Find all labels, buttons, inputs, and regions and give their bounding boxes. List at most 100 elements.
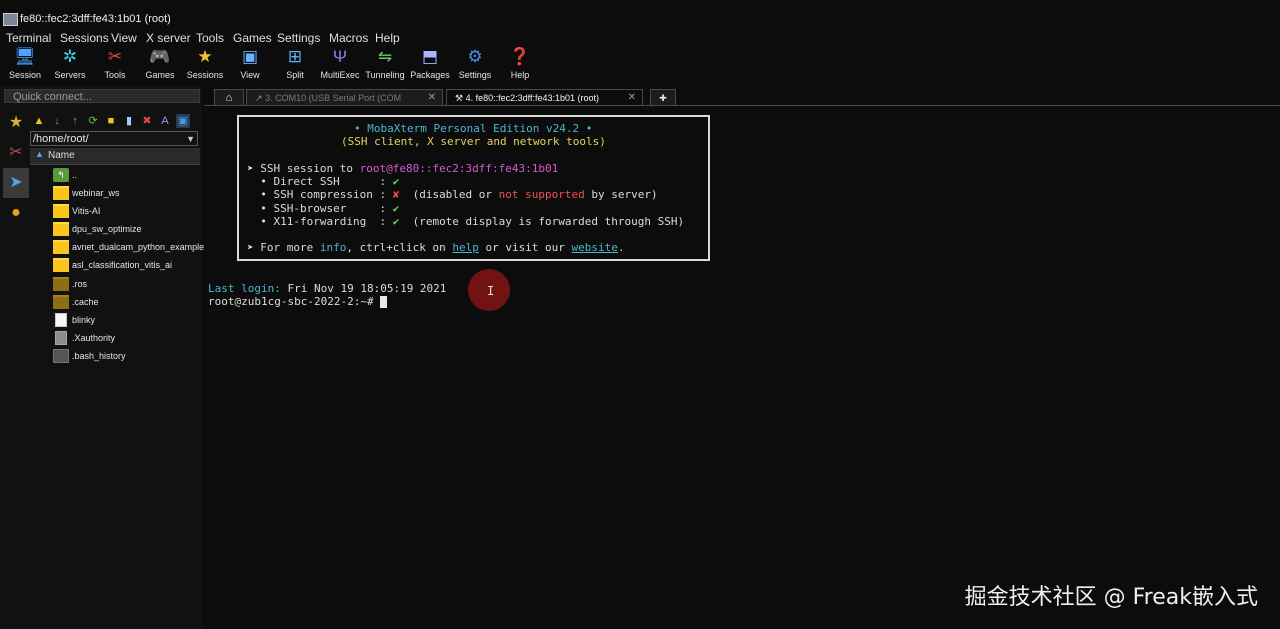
tools-icon: ✂ <box>9 144 23 161</box>
info-link[interactable]: info <box>320 241 347 254</box>
terminal[interactable]: • MobaXterm Personal Edition v24.2 • (SS… <box>204 107 1280 629</box>
servers-icon: ✲ <box>62 47 78 66</box>
window-title: fe80::fec2:3dff:fe43:1b01 (root) <box>20 13 171 25</box>
text-cursor <box>380 296 388 308</box>
menu-x-server[interactable]: X server <box>146 31 191 45</box>
tab-com10[interactable]: ↗ 3. COM10 (USB Serial Port (COM ✕ <box>246 89 443 105</box>
menu-tools[interactable]: Tools <box>196 31 224 45</box>
serial-icon: ↗ <box>255 93 263 103</box>
file-icon <box>55 313 67 327</box>
view-icon: ▣ <box>241 47 259 66</box>
help-icon: ❓ <box>509 47 531 66</box>
toolbar-packages-button[interactable]: ⬒ Packages <box>405 47 455 85</box>
text-icon[interactable]: A <box>158 114 172 128</box>
new-tab-button[interactable]: ✚ <box>650 89 676 105</box>
banner-title: • MobaXterm Personal Edition v24.2 • <box>354 122 593 135</box>
folder-icon <box>53 240 69 254</box>
upload-icon[interactable]: ↑ <box>68 114 82 128</box>
refresh-icon[interactable]: ⟳ <box>86 114 100 128</box>
ssh-icon: ⚒ <box>455 93 464 103</box>
menu-help[interactable]: Help <box>375 31 400 45</box>
feature-x11-forwarding: • X11-forwarding : ✔ (remote display is … <box>247 215 685 228</box>
split-icon: ⊞ <box>287 47 303 66</box>
menu-terminal[interactable]: Terminal <box>6 31 51 45</box>
delete-icon[interactable]: ✖ <box>140 114 154 128</box>
folder-icon <box>53 186 69 200</box>
toolbar-tunneling-button[interactable]: ⇋ Tunneling <box>360 47 410 85</box>
menu-view[interactable]: View <box>111 31 137 45</box>
path-text: /home/root/ <box>33 133 89 145</box>
multiexec-icon: Ψ <box>332 47 348 66</box>
close-icon[interactable]: ✕ <box>628 90 636 106</box>
chevron-down-icon[interactable]: ▼ <box>186 132 195 147</box>
toolbar-session-button[interactable]: 🖥 Session <box>0 47 50 85</box>
gear-icon: ⚙ <box>467 47 483 66</box>
sidebar-tab-sessions[interactable]: ★ <box>3 108 29 138</box>
ssh-session-line: ➤ SSH session to root@fe80::fec2:3dff:fe… <box>247 162 559 175</box>
toolbar-tools-button[interactable]: ✂ Tools <box>90 47 140 85</box>
menu-settings[interactable]: Settings <box>277 31 320 45</box>
shell-prompt: root@zub1cg-sbc-2022-2:~# <box>208 295 388 308</box>
info-line: ➤ For more info, ctrl+click on help or v… <box>247 241 625 254</box>
close-icon[interactable]: ✕ <box>428 90 436 106</box>
website-link[interactable]: website <box>572 241 618 254</box>
file-icon <box>55 331 67 345</box>
tab-ssh-session[interactable]: ⚒ 4. fe80::fec2:3dff:fe43:1b01 (root) ✕ <box>446 89 643 105</box>
banner-subtitle: (SSH client, X server and network tools) <box>341 135 606 148</box>
last-login-line: Last login: Fri Nov 19 18:05:19 2021 <box>208 282 447 295</box>
watermark: 掘金技术社区 @ Freak嵌入式 <box>964 585 1258 610</box>
sidebar-tab-tools[interactable]: ✂ <box>3 138 29 168</box>
new-file-icon[interactable]: ▮ <box>122 114 136 128</box>
tools-icon: ✂ <box>107 47 123 66</box>
macros-icon: ● <box>11 204 21 221</box>
path-field[interactable]: /home/root/ ▼ <box>30 131 198 146</box>
download-icon[interactable]: ↓ <box>50 114 64 128</box>
plus-icon: ✚ <box>659 93 667 103</box>
toolbar-games-button[interactable]: 🎮 Games <box>135 47 185 85</box>
folder-up-icon[interactable]: ▲ <box>32 114 46 128</box>
sidebar-tab-sftp[interactable]: ➤ <box>3 168 29 198</box>
session-icon: 🖥 <box>14 47 36 66</box>
menu-games[interactable]: Games <box>233 31 272 45</box>
follow-terminal-icon[interactable]: ▣ <box>176 114 190 128</box>
app-icon <box>3 13 18 26</box>
toolbar-servers-button[interactable]: ✲ Servers <box>45 47 95 85</box>
sidebar-tab-macros[interactable]: ● <box>3 198 29 228</box>
quick-connect-input[interactable]: Quick connect... <box>4 89 200 103</box>
sftp-toolbar: ▲ ↓ ↑ ⟳ ■ ▮ ✖ A ▣ <box>32 111 194 128</box>
feature-ssh-compression: • SSH compression : ✘ (disabled or not s… <box>247 188 658 201</box>
folder-icon <box>53 222 69 236</box>
help-link[interactable]: help <box>452 241 479 254</box>
tunneling-icon: ⇋ <box>377 47 393 66</box>
packages-icon: ⬒ <box>421 47 439 66</box>
folder-icon <box>53 277 69 291</box>
star-icon: ★ <box>8 114 24 131</box>
folder-icon <box>53 258 69 272</box>
toolbar-split-button[interactable]: ⊞ Split <box>270 47 320 85</box>
sort-arrow-icon: ▲ <box>35 149 44 159</box>
menu-macros[interactable]: Macros <box>329 31 368 45</box>
column-name: Name <box>48 150 75 161</box>
send-icon: ➤ <box>9 174 23 191</box>
file-list-header[interactable]: ▲ Name <box>30 148 200 165</box>
toolbar-help-button[interactable]: ❓ Help <box>495 47 545 85</box>
tab-bar: ⌂ ↗ 3. COM10 (USB Serial Port (COM ✕ ⚒ 4.… <box>204 86 1280 106</box>
title-bar: fe80::fec2:3dff:fe43:1b01 (root) <box>0 0 1280 30</box>
sidebar: Quick connect... ★ ✂ ➤ ● ▲ ↓ ↑ ⟳ ■ ▮ ✖ A ▣ /home… <box>0 86 204 629</box>
file-icon <box>53 349 69 363</box>
toolbar-multiexec-button[interactable]: Ψ MultiExec <box>315 47 365 85</box>
new-folder-icon[interactable]: ■ <box>104 114 118 128</box>
menu-bar: Terminal Sessions View X server Tools Ga… <box>0 30 1280 46</box>
star-icon: ★ <box>197 47 213 66</box>
games-icon: 🎮 <box>149 47 171 66</box>
toolbar-sessions-button[interactable]: ★ Sessions <box>180 47 230 85</box>
tab-home[interactable]: ⌂ <box>214 89 244 105</box>
menu-sessions[interactable]: Sessions <box>60 31 109 45</box>
folder-icon <box>53 204 69 218</box>
folder-icon <box>53 295 69 309</box>
ssh-target: root@fe80::fec2:3dff:fe43:1b01 <box>359 162 559 175</box>
toolbar-view-button[interactable]: ▣ View <box>225 47 275 85</box>
home-icon: ⌂ <box>225 92 233 104</box>
toolbar-settings-button[interactable]: ⚙ Settings <box>450 47 500 85</box>
tab-divider <box>204 105 1280 106</box>
